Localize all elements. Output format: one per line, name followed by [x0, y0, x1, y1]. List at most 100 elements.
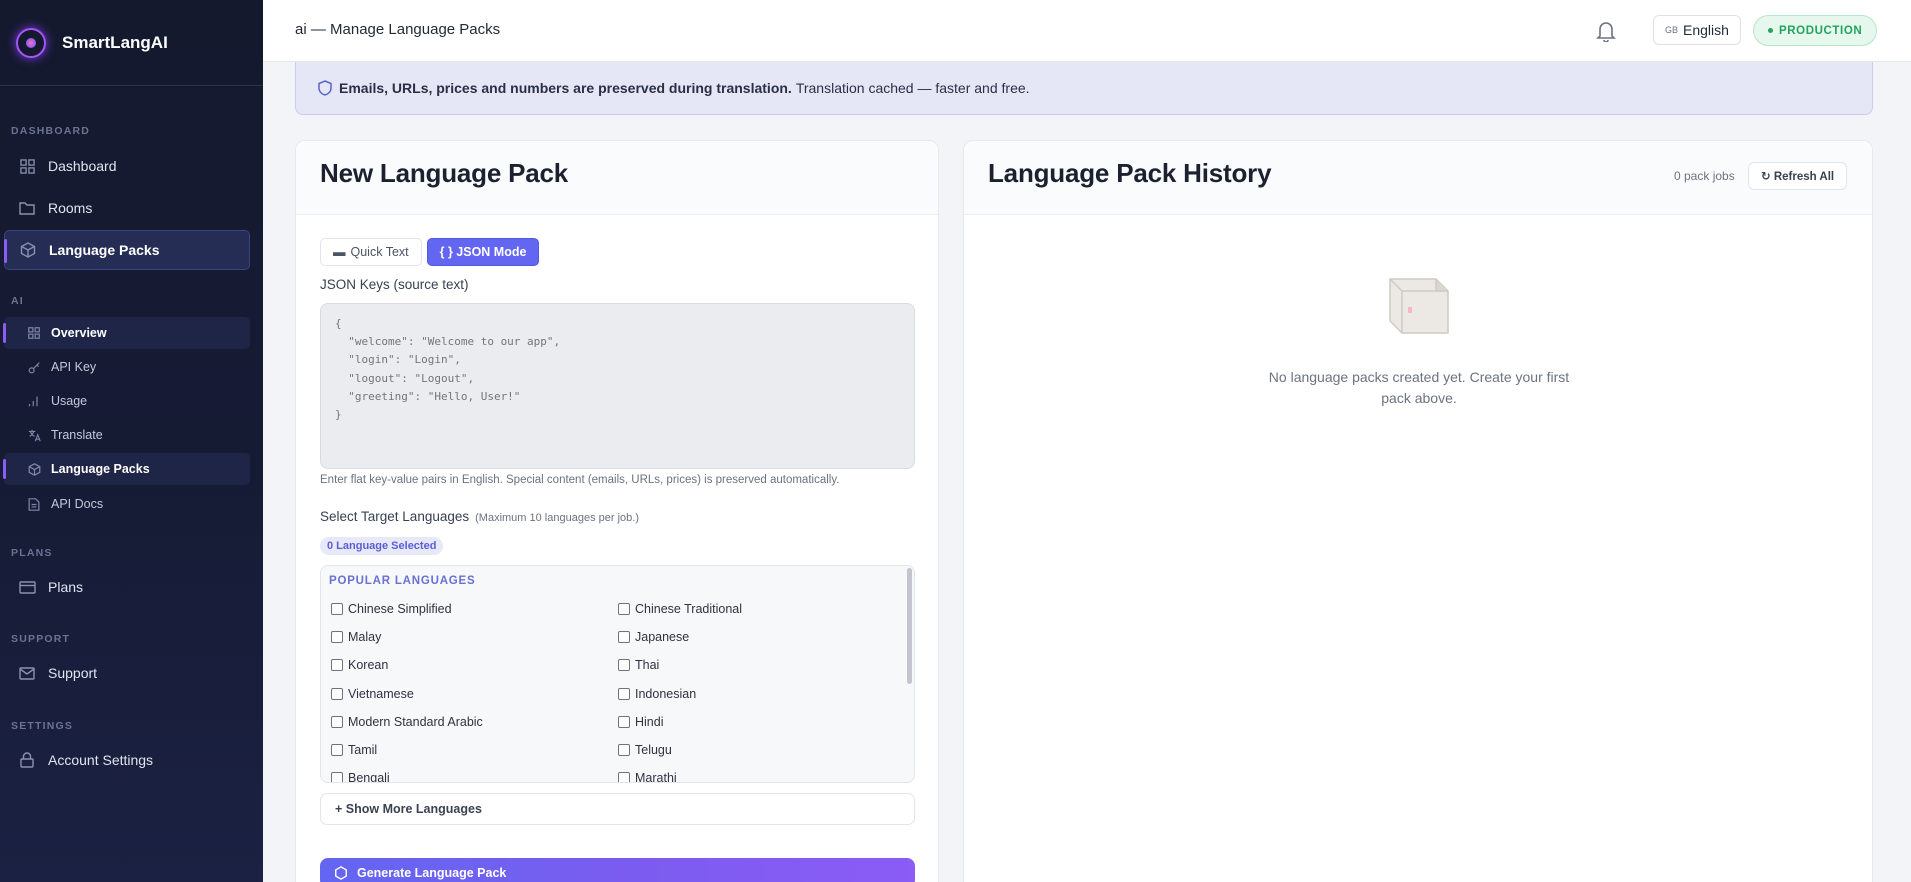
sidebar-item-support[interactable]: Support	[4, 653, 250, 693]
refresh-all-button[interactable]: ↻ Refresh All	[1748, 162, 1848, 190]
language-checkbox[interactable]	[331, 744, 343, 756]
section-heading-ai: AI	[11, 295, 24, 307]
sidebar-item-label: API Docs	[51, 497, 104, 511]
environment-badge: PRODUCTION	[1753, 15, 1878, 46]
language-label: Chinese Simplified	[348, 602, 452, 616]
brand-name: SmartLangAI	[62, 32, 168, 52]
language-checkbox[interactable]	[331, 687, 343, 700]
sidebar-item-label: API Key	[51, 360, 97, 374]
brand[interactable]: SmartLangAI	[0, 0, 263, 86]
language-option[interactable]: Thai	[618, 658, 659, 672]
language-label: English	[1683, 22, 1729, 38]
language-checkbox[interactable]	[331, 631, 343, 644]
sidebar-item-label: Usage	[51, 394, 88, 408]
sidebar-item-language-packs[interactable]: Language Packs	[4, 230, 250, 270]
show-more-languages-button[interactable]: + Show More Languages	[320, 793, 915, 825]
language-option[interactable]: Bengali	[331, 771, 390, 782]
language-option[interactable]: Telugu	[618, 743, 672, 757]
language-label: Korean	[348, 658, 389, 673]
mail-icon	[18, 664, 36, 682]
language-option[interactable]: Japanese	[618, 630, 689, 644]
sidebar-item-overview[interactable]: Overview	[3, 317, 250, 349]
tab-quick-text[interactable]: ▬ Quick Text	[320, 238, 422, 266]
sidebar-item-language-packs-ai[interactable]: Language Packs	[3, 453, 250, 485]
sidebar-item-api-docs[interactable]: API Docs	[4, 488, 250, 520]
empty-box-icon	[1386, 271, 1452, 337]
section-heading-plans: PLANS	[11, 547, 53, 559]
section-heading-settings: SETTINGS	[11, 720, 74, 732]
sidebar-item-label: Rooms	[48, 200, 93, 216]
sidebar-item-label: Plans	[48, 579, 84, 595]
package-icon	[19, 241, 37, 259]
language-label: Vietnamese	[348, 686, 414, 701]
card-icon	[18, 578, 36, 596]
sidebar-item-account-settings[interactable]: Account Settings	[4, 740, 250, 780]
language-label: Tamil	[348, 743, 378, 757]
language-option[interactable]: Modern Standard Arabic	[331, 715, 483, 729]
sidebar-item-api-key[interactable]: API Key	[4, 351, 250, 383]
shield-icon	[317, 80, 333, 96]
sidebar-item-rooms[interactable]: Rooms	[4, 188, 250, 228]
language-option[interactable]: Vietnamese	[331, 687, 414, 701]
generate-label: Generate Language Pack	[357, 866, 507, 880]
language-option[interactable]: Chinese Simplified	[331, 602, 452, 616]
mode-tabs: ▬ Quick Text { } JSON Mode	[320, 238, 540, 266]
language-checkbox[interactable]	[618, 687, 630, 700]
language-label: Marathi	[635, 771, 677, 783]
sidebar-item-translate[interactable]: Translate	[4, 419, 250, 451]
language-checkbox[interactable]	[331, 715, 343, 728]
section-heading-dashboard: DASHBOARD	[11, 125, 91, 137]
language-label: Hindi	[635, 714, 664, 729]
language-option[interactable]: Hindi	[618, 715, 664, 729]
language-checkbox[interactable]	[618, 772, 630, 782]
language-checkbox[interactable]	[618, 603, 630, 615]
tab-label: Quick Text	[350, 245, 409, 259]
language-selector[interactable]: GB English	[1653, 15, 1741, 45]
language-checkbox[interactable]	[331, 603, 343, 615]
sidebar-item-usage[interactable]: Usage	[4, 385, 250, 417]
status-dot-icon	[1768, 28, 1773, 33]
language-list: POPULAR LANGUAGES Chinese Simplified Chin…	[320, 565, 915, 783]
language-checkbox[interactable]	[331, 772, 343, 782]
bell-icon[interactable]	[1596, 20, 1618, 43]
language-checkbox[interactable]	[618, 715, 630, 728]
card-header: New Language Pack	[296, 141, 938, 215]
sidebar-item-plans[interactable]: Plans	[4, 567, 250, 607]
scrollbar[interactable]	[907, 568, 912, 684]
document-icon	[27, 497, 41, 511]
section-heading-support: SUPPORT	[11, 633, 71, 645]
json-keys-input[interactable]	[320, 303, 915, 469]
language-option[interactable]: Marathi	[618, 771, 677, 783]
sidebar: SmartLangAI DASHBOARD Dashboard Rooms La…	[0, 0, 263, 882]
empty-state-text: No language packs created yet. Create yo…	[1268, 369, 1570, 406]
top-bar: ai — Manage Language Packs GB English PR…	[263, 0, 1911, 62]
card-title: New Language Pack	[320, 158, 569, 188]
language-label: Telugu	[635, 743, 672, 757]
language-option[interactable]: Korean	[331, 658, 388, 672]
hexagon-icon	[334, 866, 348, 880]
banner-bold-text: Emails, URLs, prices and numbers are pre…	[339, 80, 792, 96]
tab-json-mode[interactable]: { } JSON Mode	[426, 238, 540, 266]
language-option[interactable]: Tamil	[331, 743, 377, 757]
sidebar-item-label: Language Packs	[51, 462, 150, 476]
language-checkbox[interactable]	[618, 744, 630, 756]
sidebar-item-label: Dashboard	[48, 158, 117, 174]
info-banner: Emails, URLs, prices and numbers are pre…	[295, 62, 1873, 115]
grid-icon	[18, 157, 36, 175]
generate-language-pack-button[interactable]: Generate Language Pack	[320, 858, 915, 882]
language-pack-history-card: Language Pack History 0 pack jobs ↻ Refr…	[963, 140, 1873, 882]
folder-icon	[18, 199, 36, 217]
language-option[interactable]: Indonesian	[618, 687, 696, 701]
environment-label: PRODUCTION	[1779, 24, 1863, 37]
flag-icon: GB	[1665, 25, 1679, 35]
sidebar-item-dashboard[interactable]: Dashboard	[4, 146, 250, 186]
sidebar-item-label: Overview	[51, 326, 107, 340]
language-option[interactable]: Chinese Traditional	[618, 602, 742, 616]
language-label: Japanese	[635, 630, 690, 645]
language-option[interactable]: Malay	[331, 630, 381, 644]
language-checkbox[interactable]	[618, 659, 630, 672]
language-checkbox[interactable]	[618, 631, 630, 644]
brand-logo-icon	[16, 27, 46, 58]
language-checkbox[interactable]	[331, 659, 343, 672]
package-icon	[27, 462, 41, 476]
